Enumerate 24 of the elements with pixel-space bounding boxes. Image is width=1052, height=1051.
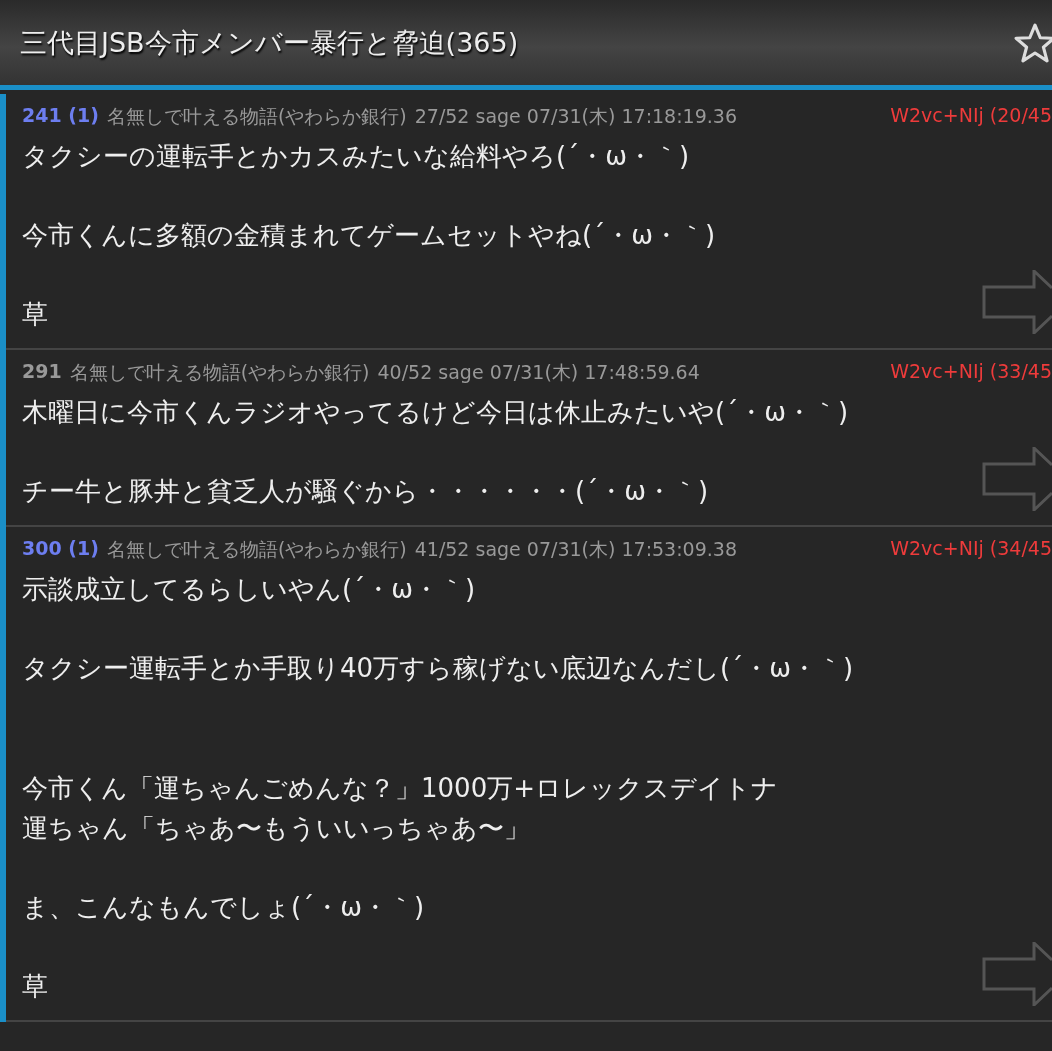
post-info: 41/52 sage 07/31(木) 17:53:09.38 — [414, 537, 737, 562]
poster-name: 名無しで叶える物語(やわらか銀行) — [106, 104, 407, 129]
post-number[interactable]: 300 (1) — [22, 537, 99, 563]
post-text: 草 — [22, 298, 48, 331]
poster-id[interactable]: W2vc+NIj (34/45 — [890, 537, 1052, 563]
poster-name: 名無しで叶える物語(やわらか銀行) — [106, 537, 407, 562]
post-text: 今市くん「運ちゃんごめんな？」1000万+ロレックスデイトナ 運ちゃん「ちゃあ〜もういいっちゃあ〜」 — [22, 772, 778, 845]
post-info: 27/52 sage 07/31(木) 17:18:19.36 — [414, 104, 737, 129]
post-number[interactable]: 241 (1) — [22, 104, 99, 130]
post-text: 草 — [22, 970, 48, 1003]
post-text: タクシー運転手とか手取り40万すら稼げない底辺なんだし(´・ω・｀) — [22, 652, 854, 685]
poster-name: 名無しで叶える物語(やわらか銀行) — [69, 360, 370, 385]
poster-id[interactable]: W2vc+NIj (33/45 — [890, 360, 1052, 386]
post-text: チー牛と豚丼と貧乏人が騒ぐから・・・・・・(´・ω・｀) — [22, 475, 709, 508]
poster-id[interactable]: W2vc+NIj (20/45 — [890, 104, 1052, 130]
post-text: ま、こんなもんでしょ(´・ω・｀) — [22, 891, 425, 924]
post-text: 示談成立してるらしいやん(´・ω・｀) — [22, 573, 476, 606]
thread-title: 三代目JSB今市メンバー暴行と脅迫(365) — [20, 25, 519, 60]
post-text: 木曜日に今市くんラジオやってるけど今日は休止みたいや(´・ω・｀) — [22, 396, 849, 429]
post-number[interactable]: 291 — [22, 360, 62, 386]
star-icon[interactable] — [1014, 21, 1052, 64]
post-text: タクシーの運転手とかカスみたいな給料やろ(´・ω・｀) — [22, 140, 690, 173]
post-info: 40/52 sage 07/31(木) 17:48:59.64 — [377, 360, 700, 385]
post-text: 今市くんに多額の金積まれてゲームセットやね(´・ω・｀) — [22, 219, 716, 252]
